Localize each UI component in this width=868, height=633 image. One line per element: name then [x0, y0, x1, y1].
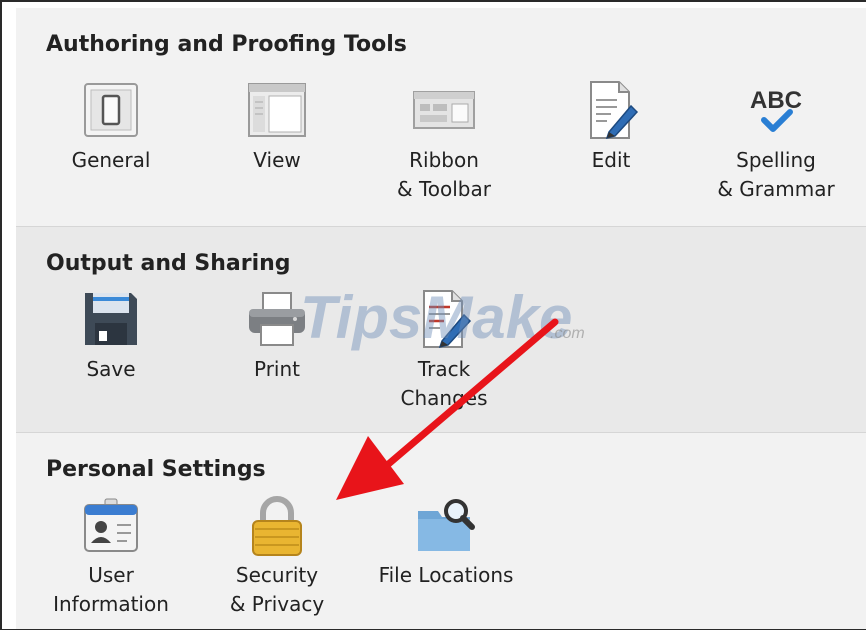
preferences-panel: Authoring and Proofing Tools General Vie… [16, 8, 866, 629]
pref-label-line2: Changes [400, 386, 488, 410]
pref-label-line1: Security [235, 563, 319, 587]
pref-label: General [71, 148, 151, 172]
section-title: Authoring and Proofing Tools [46, 32, 407, 57]
pref-file-locations[interactable]: File Locations [366, 493, 526, 590]
pref-label: Save [86, 357, 136, 381]
pref-edit[interactable]: Edit [546, 78, 676, 175]
folder-search-icon [414, 493, 478, 557]
edit-document-icon [579, 78, 643, 142]
svg-text:ABC: ABC [750, 87, 802, 114]
pref-ribbon-toolbar[interactable]: Ribbon & Toolbar [379, 78, 509, 204]
pref-label: Edit [591, 148, 631, 172]
pref-label: View [253, 148, 301, 172]
pref-label-line1: Track [417, 357, 471, 381]
section-title: Output and Sharing [46, 251, 291, 276]
abc-check-icon: ABC [744, 78, 808, 142]
pref-label-line1: Ribbon [409, 148, 479, 172]
general-switch-icon [79, 78, 143, 142]
view-icon [245, 78, 309, 142]
padlock-icon [245, 493, 309, 557]
pref-print[interactable]: Print [212, 287, 342, 384]
pref-label-line1: Spelling [736, 148, 816, 172]
section-title: Personal Settings [46, 457, 266, 482]
pref-save[interactable]: Save [46, 287, 176, 384]
pref-track-changes[interactable]: Track Changes [379, 287, 509, 413]
pref-label-line2: & Grammar [717, 177, 835, 201]
preferences-window: Authoring and Proofing Tools General Vie… [0, 0, 866, 630]
section-personal-settings: Personal Settings User Information Secur… [16, 433, 866, 629]
pref-label: Print [253, 357, 300, 381]
pref-security-privacy[interactable]: Security & Privacy [212, 493, 342, 619]
pref-label: File Locations [378, 563, 514, 587]
printer-icon [245, 287, 309, 351]
pref-user-information[interactable]: User Information [46, 493, 176, 619]
section-authoring-proofing: Authoring and Proofing Tools General Vie… [16, 8, 866, 227]
pref-label-line2: Information [53, 592, 169, 616]
track-changes-icon [412, 287, 476, 351]
pref-label-line1: User [88, 563, 134, 587]
id-badge-icon [79, 493, 143, 557]
floppy-disk-icon [79, 287, 143, 351]
pref-view[interactable]: View [212, 78, 342, 175]
pref-spelling-grammar[interactable]: ABC Spelling & Grammar [711, 78, 841, 204]
ribbon-toolbar-icon [412, 78, 476, 142]
section-output-sharing: Output and Sharing Save Print Track Chan… [16, 227, 866, 433]
pref-label-line2: & Privacy [229, 592, 325, 616]
pref-label-line2: & Toolbar [397, 177, 491, 201]
pref-general[interactable]: General [46, 78, 176, 175]
